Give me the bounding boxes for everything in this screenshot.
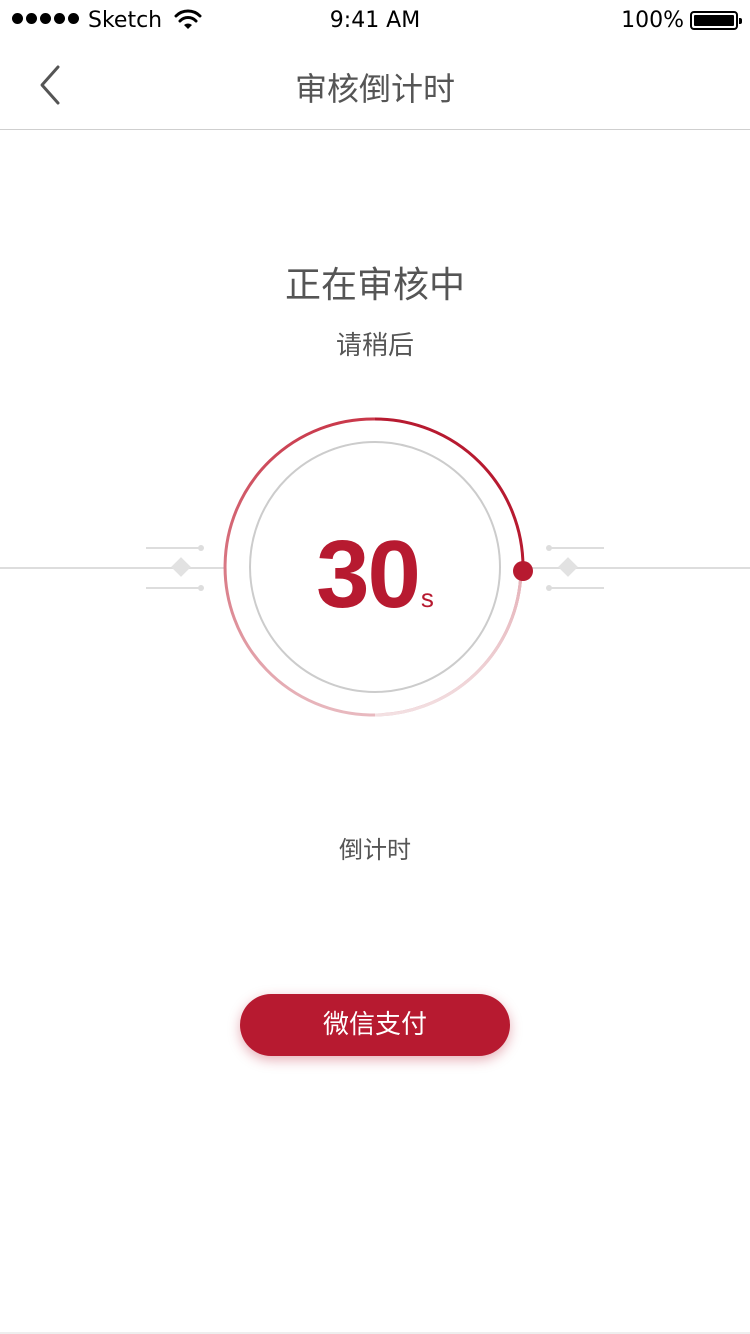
- status-bar: Sketch 9:41 AM 100%: [0, 0, 750, 40]
- review-status-subtitle: 请稍后: [335, 331, 414, 361]
- wechat-pay-button[interactable]: 微信支付: [240, 994, 510, 1056]
- battery-percentage: 100%: [621, 8, 684, 33]
- review-status-title: 正在审核中: [284, 265, 465, 306]
- page-title: 审核倒计时: [294, 70, 455, 108]
- battery-icon: [690, 11, 742, 30]
- screen: Sketch 9:41 AM 100% 审核倒计时 正在审核中 请稍后 30s …: [0, 0, 750, 1334]
- countdown-display: 30s: [0, 520, 750, 630]
- countdown-value: 30: [316, 521, 421, 628]
- countdown-caption: 倒计时: [339, 836, 411, 864]
- navigation-bar: 审核倒计时: [0, 40, 750, 130]
- countdown-unit: s: [420, 583, 434, 613]
